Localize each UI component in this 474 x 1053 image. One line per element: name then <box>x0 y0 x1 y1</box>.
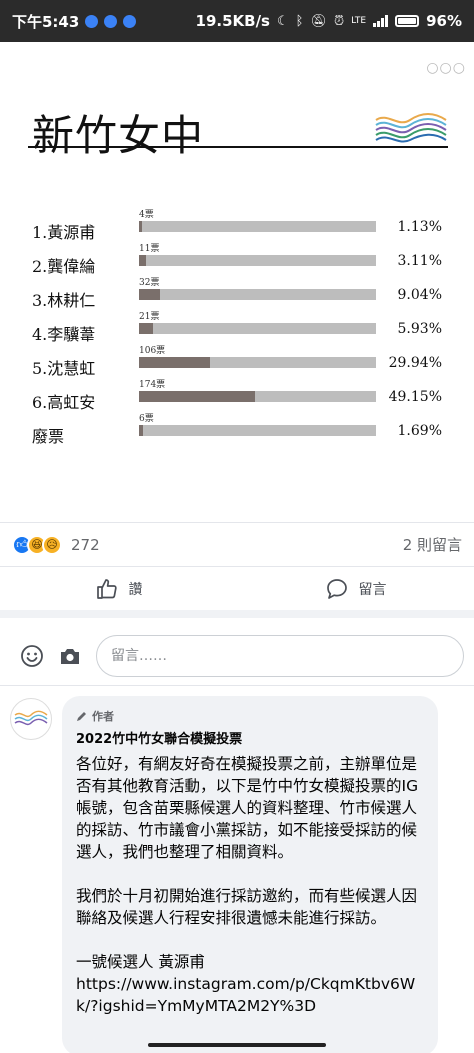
comment-label: 留言 <box>358 581 387 598</box>
battery-level: 96% <box>426 12 462 30</box>
candidate-name: 6.高虹安 <box>32 393 96 412</box>
net-speed: 19.5KB/s <box>195 12 270 30</box>
vote-count-label: 6票 <box>139 414 154 424</box>
pencil-icon <box>77 712 86 721</box>
camera-icon[interactable] <box>58 644 82 668</box>
vote-percentage: 49.15% <box>388 389 442 405</box>
mute-icon: 🔕︎ <box>310 13 327 29</box>
candidate-name: 廢票 <box>32 427 65 446</box>
moon-icon: ☾ <box>277 13 289 29</box>
vote-count-label: 11票 <box>139 244 160 254</box>
candidate-row: 2.龔偉綸 11票 3.11% <box>0 241 474 276</box>
status-bar: 下午5:43 19.5KB/s ☾ ᛒ 🔕︎ ⏰︎ LTE 96% <box>0 0 474 42</box>
candidate-row: 4.李驥葦 21票 5.93% <box>0 309 474 344</box>
comment-count[interactable]: 2 則留言 <box>403 534 462 555</box>
school-title: 新竹女中 <box>32 111 205 160</box>
vote-bar-track <box>139 425 376 436</box>
vote-percentage: 5.93% <box>397 321 442 337</box>
like-button[interactable]: 讚 <box>0 567 237 610</box>
comment-button[interactable]: 留言 <box>237 567 474 610</box>
title-divider <box>28 146 448 148</box>
candidate-name: 1.黃源甫 <box>32 223 96 242</box>
messenger-notification-icon-2 <box>104 14 118 28</box>
candidate-row: 1.黃源甫 4票 1.13% <box>0 207 474 242</box>
vote-bar-track <box>139 323 376 334</box>
battery-icon <box>395 15 420 27</box>
vote-bar-fill <box>139 289 160 300</box>
vote-bar-fill <box>139 323 153 334</box>
lte-indicator: LTE <box>351 16 367 26</box>
sad-icon: 😥︎ <box>42 534 62 555</box>
avatar[interactable] <box>10 698 52 740</box>
candidate-row: 6.高虹安 174票 49.15% <box>0 377 474 412</box>
comment-input[interactable] <box>96 634 464 677</box>
vote-bar-track <box>139 357 376 368</box>
comment-composer <box>0 626 474 686</box>
avatar-logo-icon <box>14 710 48 726</box>
vote-count-label: 21票 <box>139 312 160 322</box>
alarm-icon: ⏰︎ <box>333 13 345 29</box>
comment-icon <box>326 578 347 599</box>
vote-bar-fill <box>139 391 255 402</box>
status-time: 下午5:43 <box>12 12 80 31</box>
vote-bar-fill <box>139 221 142 232</box>
vote-bar-fill <box>139 255 146 266</box>
vote-percentage: 3.11% <box>397 253 442 269</box>
comment-bubble[interactable]: 作者 2022竹中竹女聯合模擬投票 各位好，有網友好奇在模擬投票之前，主辦單位是… <box>62 696 438 1053</box>
reaction-summary[interactable]: 👍︎ 😆︎ 😥︎ 272 2 則留言 <box>0 522 474 566</box>
vote-percentage: 1.69% <box>397 423 442 439</box>
vote-percentage: 1.13% <box>397 219 442 235</box>
comment-text: 各位好，有網友好奇在模擬投票之前，主辦單位是否有其他教育活動，以下是竹中竹女模擬… <box>76 755 419 1015</box>
vote-bar-track <box>139 255 376 266</box>
vote-count-label: 106票 <box>139 346 166 356</box>
messenger-notification-icon <box>85 14 99 28</box>
candidate-row: 廢票 6票 1.69% <box>0 411 474 446</box>
vote-count-label: 4票 <box>139 210 154 220</box>
bluetooth-icon: ᛒ <box>295 13 304 29</box>
author-comment: 作者 2022竹中竹女聯合模擬投票 各位好，有網友好奇在模擬投票之前，主辦單位是… <box>0 694 474 1053</box>
gesture-bar[interactable] <box>148 1043 326 1047</box>
candidate-row: 5.沈慧虹 106票 29.94% <box>0 343 474 378</box>
author-badge-label: 作者 <box>92 710 114 723</box>
vote-bar-track <box>139 289 376 300</box>
signal-icon <box>373 15 389 27</box>
author-badge: 作者 <box>76 708 424 724</box>
commenter-name[interactable]: 2022竹中竹女聯合模擬投票 <box>76 728 424 747</box>
vote-bar-fill <box>139 357 210 368</box>
telegram-notification-icon <box>123 14 137 28</box>
candidate-row: 3.林耕仁 32票 9.04% <box>0 275 474 310</box>
mock-vote-logo <box>375 113 447 143</box>
vote-bar-track <box>139 391 376 402</box>
vote-count-label: 174票 <box>139 380 166 390</box>
candidate-name: 4.李驥葦 <box>32 325 96 344</box>
like-label: 讚 <box>128 581 143 598</box>
vote-percentage: 29.94% <box>388 355 442 371</box>
vote-count-label: 32票 <box>139 278 160 288</box>
more-options-icon[interactable]: ○○○ <box>426 60 466 76</box>
candidate-name: 5.沈慧虹 <box>32 359 96 378</box>
thumbs-up-icon <box>96 578 117 599</box>
vote-percentage: 9.04% <box>397 287 442 303</box>
candidate-name: 2.龔偉綸 <box>32 257 96 276</box>
candidate-name: 3.林耕仁 <box>32 291 96 310</box>
post-image[interactable]: ○○○ 新竹女中 1.黃源甫 4票 1.13% 2.龔偉綸 11票 3.11% 3.林耕仁 3… <box>0 42 474 518</box>
post-actions: 讚 留言 <box>0 566 474 618</box>
vote-bar-track <box>139 221 376 232</box>
reaction-count[interactable]: 272 <box>71 536 100 554</box>
vote-bar-fill <box>139 425 143 436</box>
emoji-icon[interactable] <box>20 644 44 668</box>
